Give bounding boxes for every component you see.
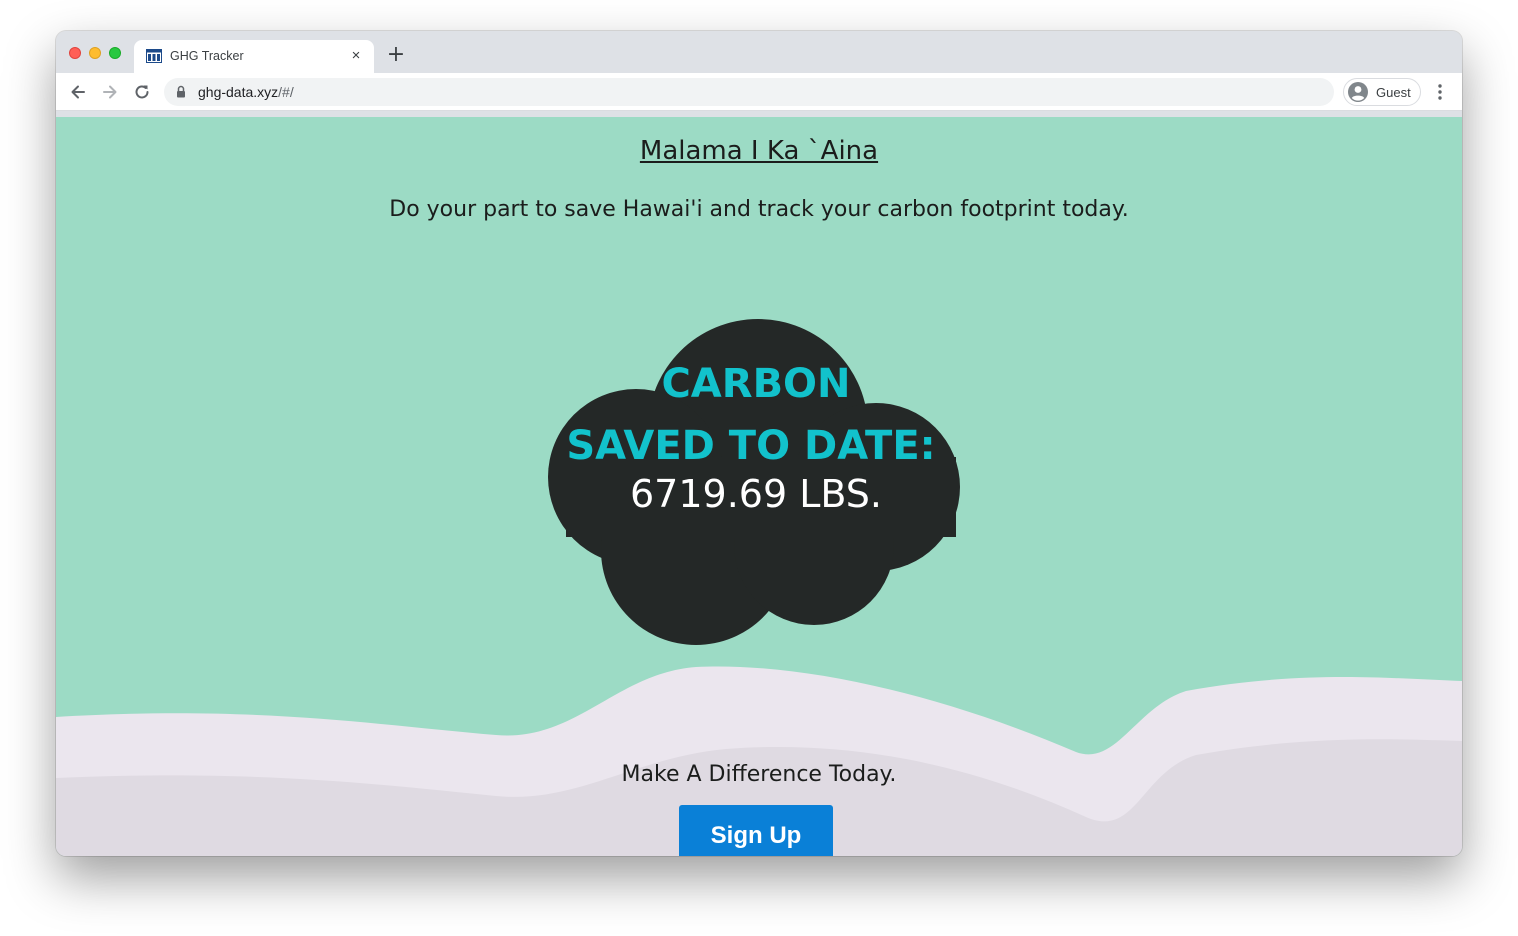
profile-label: Guest xyxy=(1376,85,1411,100)
maximize-window-button[interactable] xyxy=(109,47,121,59)
back-arrow-icon[interactable] xyxy=(68,82,88,102)
avatar-icon xyxy=(1348,82,1368,102)
url-text: ghg-data.xyz/#/ xyxy=(198,84,294,100)
lock-icon xyxy=(177,85,185,98)
tab-strip: GHG Tracker × + xyxy=(56,31,1462,73)
close-window-button[interactable] xyxy=(69,47,81,59)
address-bar[interactable]: ghg-data.xyz/#/ xyxy=(164,78,1334,106)
cloud-heading-line2: SAVED TO DATE: xyxy=(566,423,936,469)
carbon-saved-amount: 6719.69 LBS. xyxy=(630,472,882,516)
kebab-menu-icon[interactable] xyxy=(1432,82,1448,102)
close-icon[interactable]: × xyxy=(348,48,364,64)
favicon-icon xyxy=(146,49,162,63)
page-content: Malama I Ka `Aina Do your part to save H… xyxy=(56,117,1462,856)
reload-icon[interactable] xyxy=(132,82,152,102)
browser-toolbar: ghg-data.xyz/#/ Guest xyxy=(56,73,1462,111)
url-path: /#/ xyxy=(278,84,294,100)
call-to-action-text: Make A Difference Today. xyxy=(621,762,897,787)
plus-icon[interactable]: + xyxy=(386,44,406,66)
tagline: Do your part to save Hawai'i and track y… xyxy=(389,197,1129,222)
cloud-heading-line1: CARBON xyxy=(661,361,851,407)
forward-arrow-icon[interactable] xyxy=(100,82,120,102)
tab-title: GHG Tracker xyxy=(170,49,244,63)
url-host: ghg-data.xyz xyxy=(198,84,279,100)
page-title: Malama I Ka `Aina xyxy=(639,136,879,166)
profile-button[interactable]: Guest xyxy=(1343,78,1421,106)
minimize-window-button[interactable] xyxy=(89,47,101,59)
sign-up-button[interactable]: Sign Up xyxy=(679,805,833,856)
browser-window: GHG Tracker × + ghg-data.xyz/#/ Guest Ma… xyxy=(56,31,1462,856)
tab-ghg-tracker[interactable]: GHG Tracker × xyxy=(134,40,374,73)
